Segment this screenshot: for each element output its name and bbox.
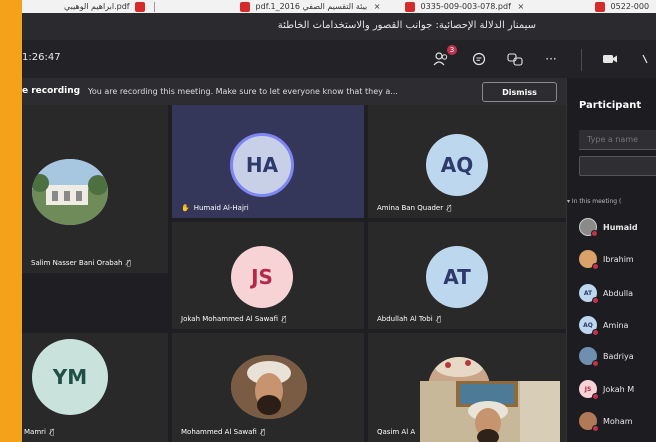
participant-name: Mamri 🎙̸ <box>24 428 55 436</box>
participant-name: Qasim Al A <box>377 428 416 436</box>
participant-tile[interactable]: HA ✋ Humaid Al-Hajri <box>172 105 364 218</box>
people-icon <box>433 52 448 66</box>
avatar <box>579 412 599 432</box>
avatar <box>579 218 598 237</box>
participant-avatar: HA <box>230 133 294 197</box>
participant-list-item[interactable]: Ibrahim <box>579 248 634 270</box>
browser-tab[interactable]: 0522-000 <box>592 0 649 13</box>
participants-button[interactable]: 3 <box>430 45 457 70</box>
status-dot <box>592 263 599 270</box>
title-bar: سيمنار الدلالة الإحصائية: جوانب القصور و… <box>22 13 656 40</box>
participants-badge: 3 <box>447 45 457 55</box>
participant-avatar: AT <box>426 246 488 308</box>
participant-list-item[interactable]: Moham <box>579 410 633 432</box>
chat-button[interactable] <box>468 48 490 70</box>
participant-avatar: JS <box>231 246 293 308</box>
status-dot <box>592 425 599 432</box>
participant-photo <box>32 159 108 225</box>
browser-tab-strip: ابراهيم الوهيبي.pdf pdf.1_2016 بيئة التق… <box>22 0 656 13</box>
avatar: JS <box>579 380 599 400</box>
meeting-toolbar: 1:26:47 3 ··· <box>22 40 656 78</box>
microphone-icon <box>642 54 648 64</box>
participant-name: Mohammed Al Sawafi 🎙̸ <box>181 428 265 436</box>
participant-list-item[interactable]: JS Jokah M <box>579 378 634 400</box>
participant-tile[interactable]: Salim Nasser Bani Orabah 🎙̸ <box>22 105 168 273</box>
participant-photo <box>231 355 307 419</box>
recording-banner: e recording You are recording this meeti… <box>22 78 566 105</box>
mic-muted-icon: 🎙̸ <box>49 428 55 436</box>
more-actions-button[interactable]: ··· <box>540 48 562 70</box>
recording-banner-message: You are recording this meeting. Make sur… <box>88 87 398 96</box>
pdf-icon <box>135 1 146 12</box>
status-dot <box>592 360 599 367</box>
mic-muted-icon: 🎙̸ <box>126 259 131 267</box>
pdf-icon <box>595 1 605 12</box>
panel-title: Participant <box>579 100 642 111</box>
mic-muted-icon: 🎙̸ <box>260 428 265 436</box>
participants-panel: Participant ▾ In this meeting ( Humaid I… <box>566 78 656 442</box>
participant-name: Amina Ban Quader 🎙̸ <box>377 204 452 212</box>
participant-avatar: YM <box>32 339 108 415</box>
participant-name: ✋ Humaid Al-Hajri <box>181 204 249 212</box>
participant-tile[interactable]: Mohammed Al Sawafi 🎙̸ <box>172 333 364 442</box>
avatar: AQ <box>579 316 599 336</box>
in-meeting-section-header[interactable]: ▾ In this meeting ( <box>567 198 621 205</box>
pdf-icon <box>405 1 415 12</box>
browser-tab[interactable]: ابراهيم الوهيبي.pdf <box>64 0 158 13</box>
avatar: AT <box>579 284 599 304</box>
participant-list-item[interactable]: AQ Amina <box>579 314 628 336</box>
breakout-rooms-button[interactable] <box>504 48 526 70</box>
meeting-title: سيمنار الدلالة الإحصائية: جوانب القصور و… <box>277 20 536 31</box>
breakout-rooms-icon <box>507 53 523 66</box>
recording-banner-title: e recording <box>22 86 81 96</box>
participant-avatar: AQ <box>426 134 488 196</box>
participant-name: Jokah Mohammed Al Sawafi 🎙̸ <box>181 315 287 323</box>
avatar <box>579 347 599 367</box>
dismiss-button[interactable]: Dismiss <box>482 82 557 102</box>
microphone-button[interactable] <box>636 48 656 70</box>
camera-icon <box>603 55 617 63</box>
participant-list-item[interactable]: Humaid <box>579 216 638 238</box>
close-icon[interactable]: × <box>517 2 524 11</box>
meeting-timer: 1:26:47 <box>22 52 61 63</box>
browser-tab[interactable]: pdf.1_2016 بيئة التقسيم الصفي × <box>237 0 384 13</box>
mic-muted-icon: 🎙̸ <box>282 315 287 323</box>
avatar <box>579 250 599 270</box>
participant-tile[interactable]: JS Jokah Mohammed Al Sawafi 🎙̸ <box>172 222 364 329</box>
participant-tile[interactable]: AT Abdullah Al Tobi 🎙̸ <box>368 222 566 329</box>
self-video-preview[interactable] <box>420 381 560 442</box>
status-dot <box>592 329 599 336</box>
browser-tab[interactable]: 0335-009-003-078.pdf × <box>402 0 528 13</box>
participant-name: Abdullah Al Tobi 🎙̸ <box>377 315 441 323</box>
camera-button[interactable] <box>599 48 621 70</box>
participant-list-item[interactable]: Badriya <box>579 345 634 367</box>
status-dot <box>591 230 598 237</box>
chat-icon <box>472 52 486 66</box>
mic-muted-icon: 🎙̸ <box>447 204 452 212</box>
raised-hand-icon: ✋ <box>181 204 190 212</box>
status-dot <box>592 297 599 304</box>
participant-tile[interactable]: YM Mamri 🎙̸ <box>22 333 168 442</box>
participant-name: Salim Nasser Bani Orabah 🎙̸ <box>31 259 131 267</box>
participant-list-item[interactable]: AT Abdulla <box>579 282 633 304</box>
participant-tile[interactable]: AQ Amina Ban Quader 🎙̸ <box>368 105 566 218</box>
close-icon[interactable]: × <box>374 2 381 11</box>
pdf-icon <box>240 1 250 12</box>
participant-search-input[interactable] <box>579 130 656 150</box>
status-dot <box>592 393 599 400</box>
mic-muted-icon: 🎙̸ <box>436 315 441 323</box>
share-invite-field[interactable] <box>579 156 656 176</box>
